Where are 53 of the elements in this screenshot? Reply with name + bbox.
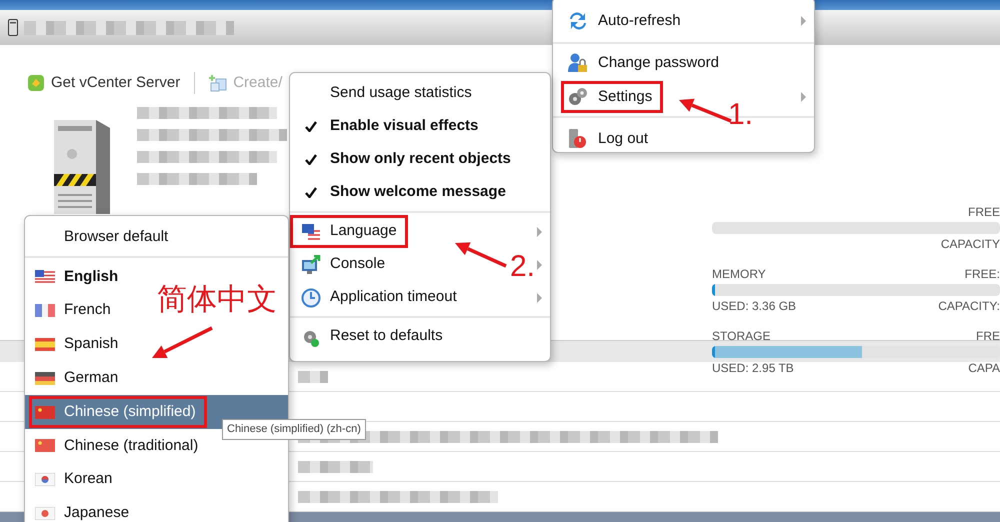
menu-item[interactable]: Send usage statistics	[290, 77, 550, 110]
menu-item[interactable]: Application timeout	[290, 281, 468, 314]
menu-item[interactable]: Auto-refresh	[553, 2, 814, 40]
used-label: USED: 2.95 TB	[712, 360, 794, 374]
menu-item[interactable]: Show welcome message	[290, 176, 550, 209]
create-icon	[209, 74, 228, 92]
menu-item[interactable]: Japanese	[29, 497, 140, 522]
menu-item[interactable]: German	[29, 362, 130, 395]
submenu-arrow-icon	[536, 226, 544, 238]
capacity-label: CAPACITY	[940, 236, 1000, 250]
capacity-label: CAPA	[968, 360, 1000, 374]
flag-icon	[35, 270, 55, 284]
annotation-label: 2.	[510, 252, 536, 282]
flag-icon	[35, 473, 55, 486]
menu-item[interactable]: Spanish	[29, 328, 130, 361]
menu-item[interactable]: Browser default	[29, 220, 180, 254]
server-icon	[8, 19, 18, 36]
menu-item[interactable]: French	[29, 294, 122, 327]
annotation-label: 简体中文	[157, 285, 277, 315]
refresh-icon	[567, 10, 589, 32]
user-lock-icon	[567, 52, 589, 74]
menu-item[interactable]: Console	[290, 248, 396, 281]
submenu-arrow-icon	[536, 258, 544, 270]
tooltip: Chinese (simplified) (zh-cn)	[222, 419, 366, 440]
toolbar-button[interactable]: Get vCenter Server	[27, 72, 180, 94]
menu-item[interactable]: Chinese (traditional)	[29, 430, 210, 462]
annotation-label: 1.	[728, 100, 754, 130]
flag-icon	[35, 304, 55, 318]
flag-icon	[35, 338, 55, 351]
menu-item[interactable]: Language	[290, 215, 408, 248]
menu-item[interactable]: Reset to defaults	[290, 320, 454, 353]
resource-label: STORAGE	[712, 328, 770, 342]
redacted-block	[298, 370, 328, 382]
menu-item[interactable]: Change password	[553, 46, 814, 80]
menu-item[interactable]: Korean	[29, 463, 124, 496]
submenu-arrow-icon	[536, 292, 544, 304]
menu-item[interactable]: Enable visual effects	[290, 110, 550, 143]
menu-item[interactable]: Show only recent objects	[290, 143, 550, 176]
monitor-icon	[301, 254, 321, 274]
gears-icon	[567, 86, 589, 108]
free-label: FRE	[976, 328, 1000, 342]
free-label: FREE	[968, 204, 1000, 218]
used-label: USED: 3.36 GB	[712, 298, 796, 312]
clock-icon	[301, 288, 321, 308]
flag-icon	[35, 439, 55, 452]
power-icon	[567, 128, 589, 150]
flag-icon	[35, 406, 55, 419]
flag-icon	[35, 372, 55, 385]
free-label: FREE:	[964, 266, 1000, 280]
menu-item[interactable]: English	[29, 260, 130, 294]
language-flags-icon	[301, 222, 321, 242]
resource-label: MEMORY	[712, 266, 766, 280]
capacity-label: CAPACITY:	[938, 298, 1000, 312]
